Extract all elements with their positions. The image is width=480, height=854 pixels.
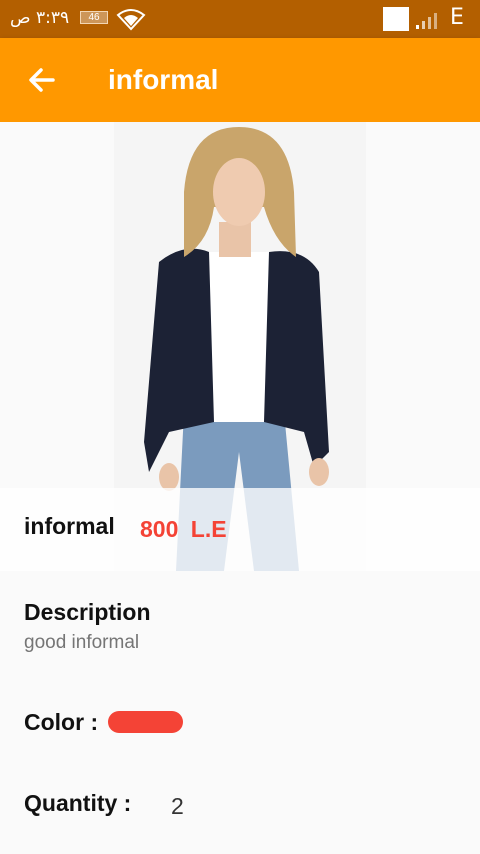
page-title: informal <box>108 64 219 95</box>
product-summary-bar: informal 800 L.E <box>0 488 480 571</box>
status-bar: ٣:٣٩ ص 46 E <box>0 0 480 38</box>
notification-square-icon <box>383 7 409 31</box>
battery-icon: 46 <box>80 11 108 24</box>
product-name: informal <box>24 513 115 539</box>
quantity-value: 2 <box>171 793 184 819</box>
quantity-label: Quantity : <box>24 790 132 816</box>
wifi-icon <box>116 9 146 31</box>
product-price: 800 L.E <box>140 516 227 542</box>
status-time: ٣:٣٩ ص <box>10 8 70 28</box>
color-label: Color : <box>24 709 99 735</box>
description-label: Description <box>24 599 151 625</box>
app-bar: informal <box>0 38 480 122</box>
network-type: E <box>450 5 464 30</box>
arrow-back-icon[interactable] <box>24 62 60 98</box>
signal-icon <box>416 13 437 29</box>
description-text: good informal <box>24 632 140 653</box>
color-swatch <box>108 711 183 733</box>
